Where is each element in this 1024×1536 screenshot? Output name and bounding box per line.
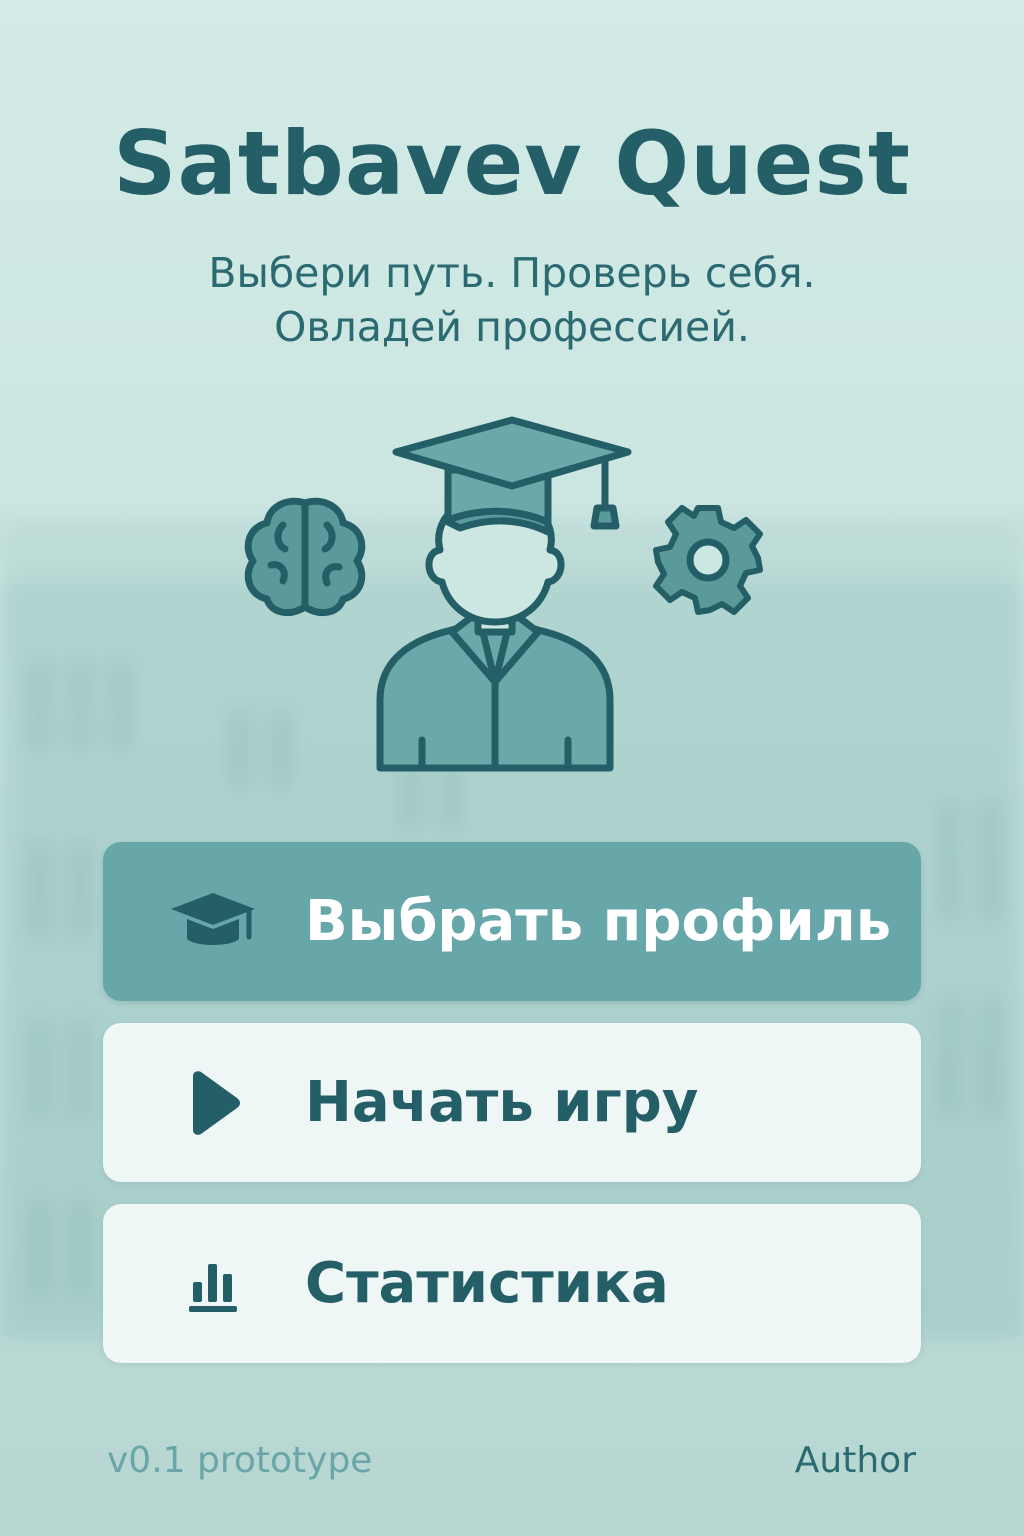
select-profile-label: Выбрать профиль (305, 889, 892, 954)
graduation-cap-icon (163, 887, 263, 957)
brain-icon (244, 497, 366, 617)
start-game-label: Начать игру (305, 1070, 699, 1135)
subtitle-line-2: Овладей профессией. (274, 303, 750, 351)
hero-illustration (244, 416, 763, 772)
select-profile-button[interactable]: Выбрать профиль (103, 842, 921, 1001)
student-graduate-icon (376, 416, 632, 772)
play-icon (163, 1068, 263, 1138)
app-subtitle: Выбери путь. Проверь себя. Овладей профе… (0, 246, 1024, 354)
app-title: Satbavev Quest (113, 112, 911, 215)
start-game-button[interactable]: Начать игру (103, 1023, 921, 1182)
statistics-button[interactable]: Статистика (103, 1204, 921, 1363)
statistics-label: Статистика (305, 1251, 669, 1316)
subtitle-line-1: Выбери путь. Проверь себя. (208, 249, 816, 297)
gear-icon (653, 505, 763, 615)
bar-chart-icon (163, 1249, 263, 1319)
version-label: v0.1 prototype (107, 1440, 373, 1481)
author-link[interactable]: Author (795, 1440, 916, 1481)
